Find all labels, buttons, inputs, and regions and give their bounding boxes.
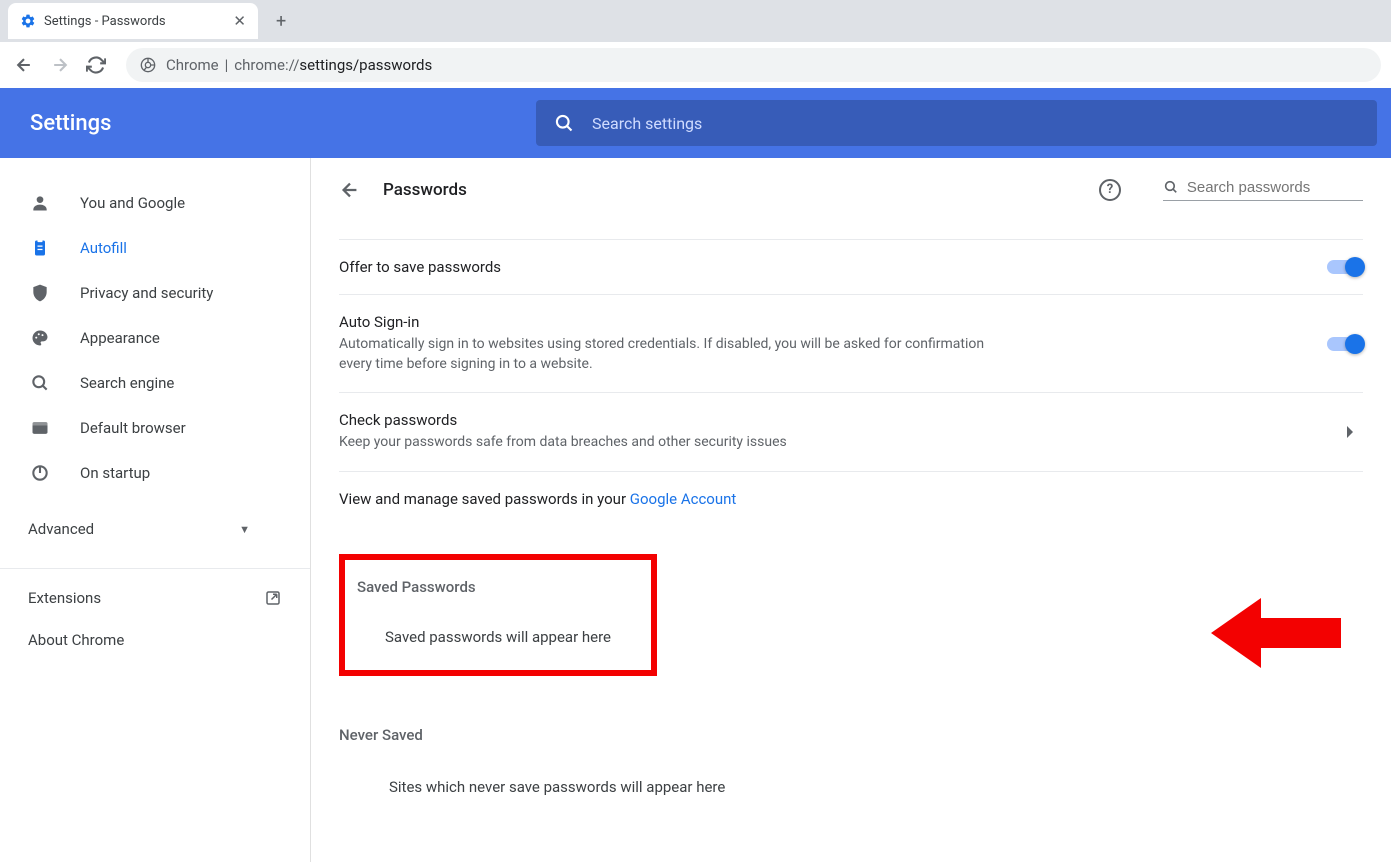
sidebar-item-autofill[interactable]: Autofill [0, 228, 290, 268]
search-passwords[interactable] [1163, 178, 1363, 201]
never-saved-empty: Sites which never save passwords will ap… [339, 778, 1363, 796]
chevron-right-icon [1337, 425, 1363, 439]
search-passwords-input[interactable] [1187, 179, 1363, 196]
manage-text: View and manage saved passwords in your [339, 490, 630, 508]
browser-toolbar: Chrome|chrome://settings/passwords [0, 42, 1391, 88]
saved-passwords-title: Saved Passwords [357, 578, 639, 596]
help-icon[interactable]: ? [1099, 179, 1121, 201]
external-link-icon [264, 589, 282, 607]
search-icon [1163, 178, 1179, 196]
gear-icon [20, 13, 36, 29]
sidebar-item-on-startup[interactable]: On startup [0, 453, 290, 493]
chrome-icon [140, 57, 156, 73]
sidebar-item-label: On startup [80, 464, 150, 482]
settings-title: Settings [0, 111, 536, 136]
browser-icon [28, 418, 52, 438]
sidebar-about[interactable]: About Chrome [0, 619, 310, 661]
main-panel: Passwords ? Offer to save passwords Auto… [310, 158, 1391, 862]
forward-button[interactable] [46, 51, 74, 79]
sidebar-item-label: Default browser [80, 419, 186, 437]
sidebar-item-label: You and Google [80, 194, 185, 212]
settings-search[interactable]: Search settings [536, 100, 1377, 146]
annotation-arrow [1211, 593, 1341, 673]
saved-passwords-empty: Saved passwords will appear here [357, 628, 639, 646]
sidebar: You and Google Autofill Privacy and secu… [0, 158, 310, 862]
page-title: Passwords [383, 180, 1077, 200]
browser-tab[interactable]: Settings - Passwords ✕ [8, 3, 258, 39]
setting-auto-signin: Auto Sign-in Automatically sign in to we… [339, 294, 1363, 392]
sidebar-item-you-and-google[interactable]: You and Google [0, 183, 290, 223]
browser-chrome: Settings - Passwords ✕ + Chrome|chrome:/… [0, 0, 1391, 88]
clipboard-icon [28, 238, 52, 258]
new-tab-button[interactable]: + [270, 5, 292, 38]
search-icon [28, 373, 52, 393]
sidebar-item-search-engine[interactable]: Search engine [0, 363, 290, 403]
sidebar-item-appearance[interactable]: Appearance [0, 318, 290, 358]
person-icon [28, 193, 52, 213]
never-saved-title: Never Saved [339, 726, 1363, 744]
sidebar-advanced[interactable]: Advanced ▼ [0, 498, 310, 560]
address-bar[interactable]: Chrome|chrome://settings/passwords [126, 48, 1381, 82]
setting-title: Offer to save passwords [339, 258, 1327, 276]
back-arrow-button[interactable] [339, 179, 361, 201]
tab-bar: Settings - Passwords ✕ + [0, 0, 1391, 42]
shield-icon [28, 283, 52, 303]
back-button[interactable] [10, 51, 38, 79]
tab-title: Settings - Passwords [44, 14, 166, 29]
sidebar-extensions[interactable]: Extensions [0, 577, 310, 619]
toggle-offer-save[interactable] [1327, 260, 1363, 274]
never-saved-section: Never Saved Sites which never save passw… [339, 726, 1363, 796]
setting-title: Auto Sign-in [339, 313, 1327, 331]
manage-passwords-row: View and manage saved passwords in your … [339, 471, 1363, 526]
power-icon [28, 463, 52, 483]
setting-title: Check passwords [339, 411, 1337, 429]
url-text: Chrome|chrome://settings/passwords [166, 56, 432, 74]
setting-description: Keep your passwords safe from data breac… [339, 433, 1019, 453]
google-account-link[interactable]: Google Account [630, 490, 737, 508]
chevron-down-icon: ▼ [239, 523, 250, 536]
toggle-auto-signin[interactable] [1327, 337, 1363, 351]
palette-icon [28, 328, 52, 348]
sidebar-item-label: Privacy and security [80, 284, 213, 302]
sidebar-item-privacy[interactable]: Privacy and security [0, 273, 290, 313]
sidebar-item-label: Appearance [80, 329, 160, 347]
close-tab-icon[interactable]: ✕ [221, 12, 246, 30]
divider [0, 568, 310, 569]
settings-header: Settings Search settings [0, 88, 1391, 158]
sidebar-item-label: Autofill [80, 239, 127, 257]
reload-button[interactable] [82, 51, 110, 79]
sidebar-item-label: Search engine [80, 374, 174, 392]
main-header: Passwords ? [339, 178, 1363, 201]
setting-check-passwords[interactable]: Check passwords Keep your passwords safe… [339, 392, 1363, 471]
sidebar-item-default-browser[interactable]: Default browser [0, 408, 290, 448]
search-icon [554, 113, 574, 133]
search-placeholder: Search settings [592, 114, 702, 133]
setting-offer-save: Offer to save passwords [339, 239, 1363, 294]
content-area: You and Google Autofill Privacy and secu… [0, 158, 1391, 862]
saved-passwords-section: Saved Passwords Saved passwords will app… [339, 554, 657, 676]
setting-description: Automatically sign in to websites using … [339, 335, 1019, 374]
